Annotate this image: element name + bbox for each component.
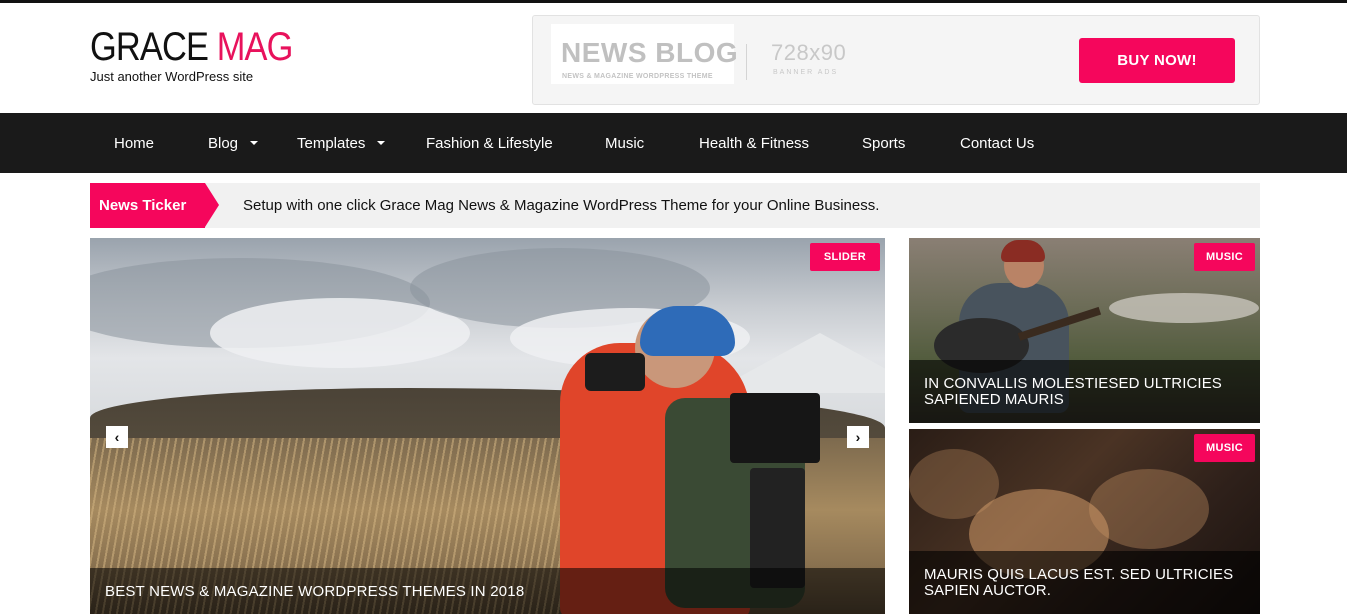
side-post-card[interactable]: MUSIC MAURIS QUIS LACUS EST. SED ULTRICI… [909, 429, 1260, 614]
nav-item-label: Health & Fitness [699, 134, 810, 152]
featured-slider[interactable]: SLIDER ‹ › BEST NEWS & MAGAZINE WORDPRES… [90, 238, 885, 614]
card-image-violin [1089, 469, 1209, 549]
nav-item-label: Blog [208, 134, 239, 152]
site-title-word2: MAG [216, 25, 294, 69]
main-navigation: Home Blog Templates Fashion & Lifestyle … [0, 113, 1347, 173]
caret-down-icon [250, 141, 259, 145]
news-ticker-label: News Ticker [90, 183, 205, 228]
banner-logo: NEWS BLOG NEWS & MAGAZINE WORDPRESS THEM… [551, 24, 738, 84]
slider-caption-title[interactable]: BEST NEWS & MAGAZINE WORDPRESS THEMES IN… [105, 583, 524, 600]
nav-item-label: Music [605, 134, 645, 152]
side-post-caption[interactable]: MAURIS QUIS LACUS EST. SED ULTRICIES SAP… [909, 551, 1260, 614]
nav-item-music[interactable]: Music [605, 113, 644, 173]
nav-item-label: Sports [862, 134, 906, 152]
site-tagline: Just another WordPress site [90, 69, 254, 84]
slider-image-rig [730, 393, 820, 463]
nav-item-health-fitness[interactable]: Health & Fitness [699, 113, 809, 173]
card-image-lake [1109, 293, 1259, 323]
side-post-title[interactable]: MAURIS QUIS LACUS EST. SED ULTRICIES SAP… [924, 566, 1245, 599]
nav-item-label: Templates [297, 134, 366, 152]
chevron-left-icon[interactable]: ‹ [106, 426, 128, 448]
news-ticker-headline[interactable]: Setup with one click Grace Mag News & Ma… [243, 183, 879, 228]
buy-now-button[interactable]: BUY NOW! [1079, 38, 1235, 83]
category-badge-music[interactable]: MUSIC [1194, 434, 1255, 462]
site-logo[interactable]: GRACE MAG Just another WordPress site [90, 24, 326, 84]
banner-ads-label: BANNER ADS [773, 69, 839, 76]
nav-item-home[interactable]: Home [114, 113, 154, 173]
news-ticker: News Ticker Setup with one click Grace M… [90, 183, 1260, 228]
nav-item-fashion-lifestyle[interactable]: Fashion & Lifestyle [426, 113, 553, 173]
banner-divider [746, 44, 747, 80]
chevron-right-icon[interactable]: › [847, 426, 869, 448]
top-border [0, 0, 1347, 3]
banner-logo-title: NEWS BLOG [561, 37, 739, 68]
nav-item-templates[interactable]: Templates [297, 113, 386, 173]
nav-item-sports[interactable]: Sports [862, 113, 905, 173]
banner-logo-subtitle: NEWS & MAGAZINE WORDPRESS THEME [562, 73, 713, 80]
site-title[interactable]: GRACE MAG [90, 24, 293, 70]
nav-item-label: Contact Us [960, 134, 1035, 152]
nav-item-label: Fashion & Lifestyle [426, 134, 553, 152]
card-image-violin [909, 449, 999, 519]
header-banner-ad[interactable]: NEWS BLOG NEWS & MAGAZINE WORDPRESS THEM… [532, 15, 1260, 105]
site-title-word1: GRACE [90, 25, 209, 69]
caret-down-icon [377, 141, 386, 145]
slider-image-beanie [640, 306, 735, 356]
category-badge-music[interactable]: MUSIC [1194, 243, 1255, 271]
category-badge-slider[interactable]: SLIDER [809, 243, 880, 271]
banner-size-label: 728x90 [771, 40, 847, 65]
nav-item-label: Home [114, 134, 155, 152]
side-post-caption[interactable]: IN CONVALLIS MOLESTIESED ULTRICIES SAPIE… [909, 360, 1260, 423]
slider-image-camera [585, 353, 645, 391]
side-post-card[interactable]: MUSIC IN CONVALLIS MOLESTIESED ULTRICIES… [909, 238, 1260, 423]
card-image-cap [1001, 240, 1045, 262]
slider-caption[interactable]: BEST NEWS & MAGAZINE WORDPRESS THEMES IN… [90, 568, 885, 614]
side-post-title[interactable]: IN CONVALLIS MOLESTIESED ULTRICIES SAPIE… [924, 375, 1245, 408]
nav-item-blog[interactable]: Blog [208, 113, 259, 173]
nav-item-contact-us[interactable]: Contact Us [960, 113, 1034, 173]
ticker-arrow-shape [205, 183, 219, 227]
